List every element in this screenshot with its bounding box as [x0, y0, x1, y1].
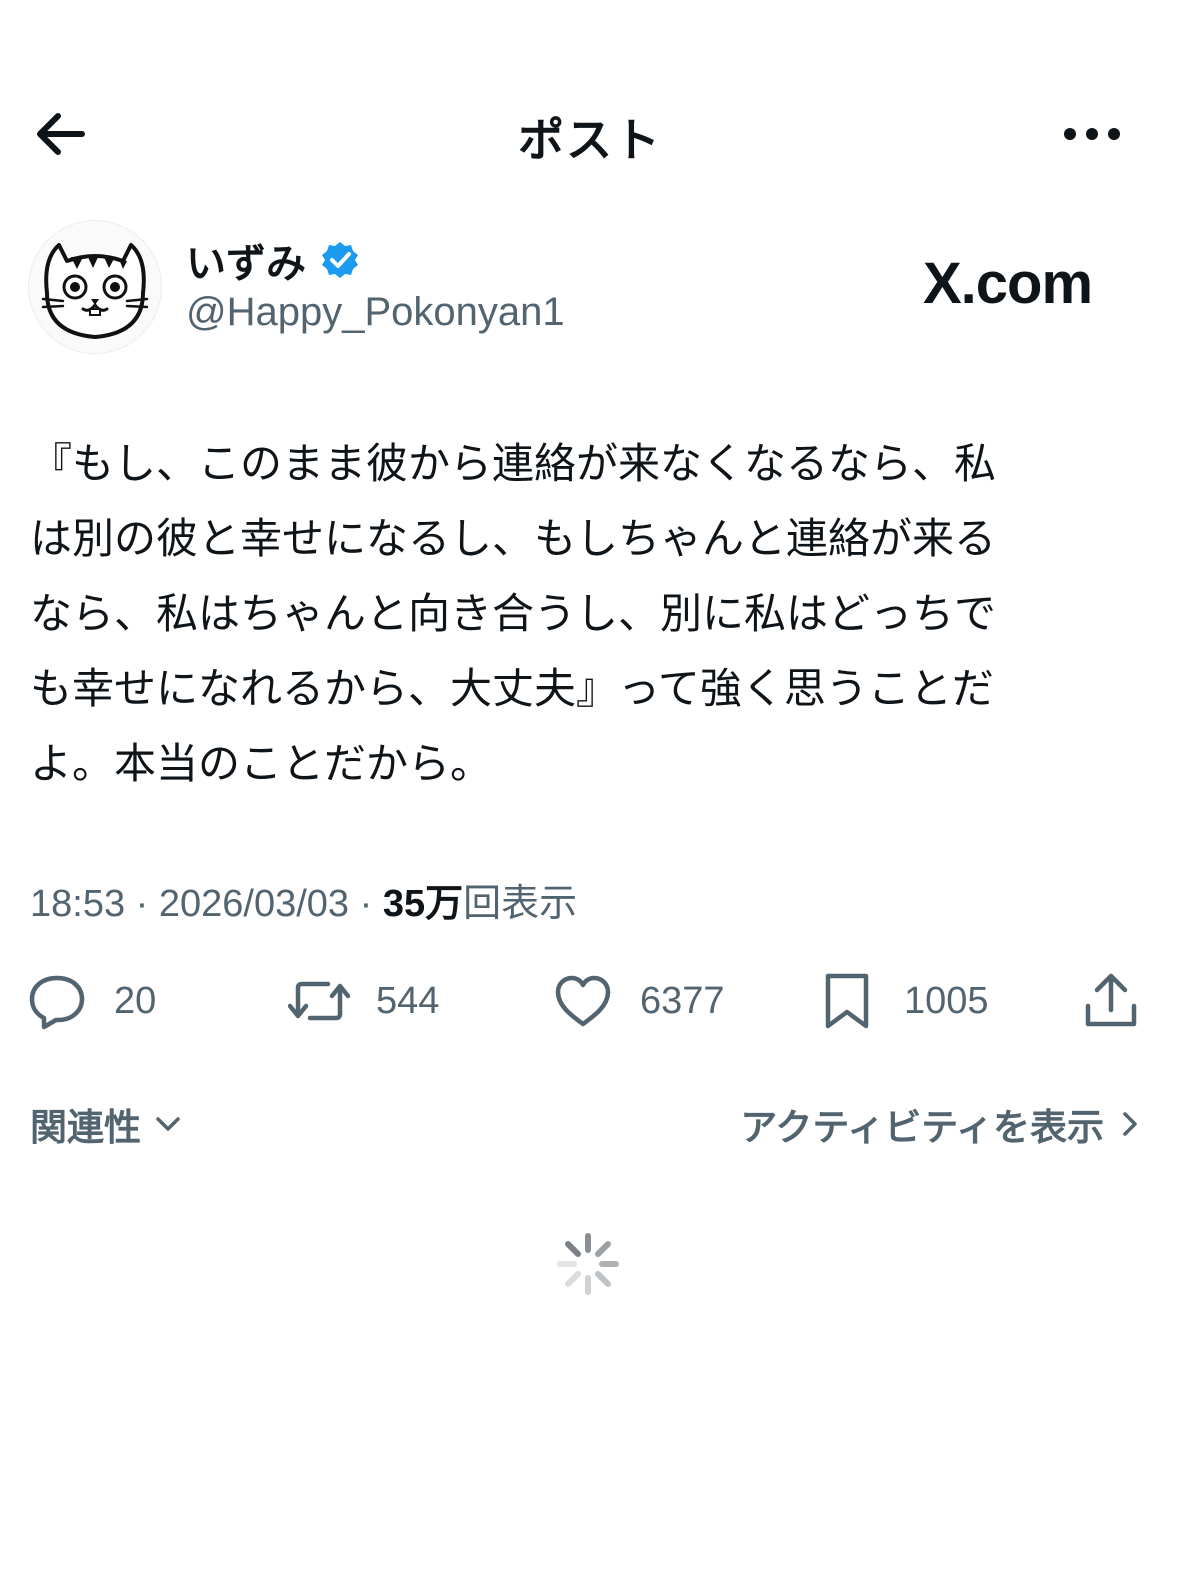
action-bar: 20 544 6377 1005 [0, 966, 1180, 1036]
user-handle[interactable]: @Happy_Pokonyan1 [186, 290, 565, 335]
relevance-label: 関連性 [30, 1106, 141, 1149]
cat-avatar-icon [41, 243, 149, 339]
activity-label: アクティビティを表示 [740, 1106, 1104, 1149]
display-name[interactable]: いずみ [186, 231, 306, 289]
x-com-watermark: X.com [923, 251, 1093, 316]
meta-separator: · [359, 883, 373, 925]
avatar[interactable] [28, 220, 162, 354]
repost-icon [288, 981, 350, 1021]
bookmark-button[interactable]: 1005 [816, 966, 989, 1036]
repost-button[interactable]: 544 [288, 966, 439, 1036]
post-author: いずみ @Happy_Pokonyan1 X.com [28, 220, 1152, 356]
post-time[interactable]: 18:53 [30, 883, 125, 925]
post-date[interactable]: 2026/03/03 [159, 883, 349, 925]
share-icon [1085, 973, 1137, 1027]
like-button[interactable]: 6377 [552, 966, 725, 1036]
views-label: 回表示 [463, 883, 578, 925]
loading-spinner [556, 1232, 620, 1296]
post-text: 『もし、このまま彼から連絡が来なくなるなら、私 は別の彼と幸せになるし、もしちゃ… [30, 439, 997, 788]
page-title: ポスト [518, 113, 662, 167]
reply-count: 20 [114, 979, 157, 1022]
chevron-right-icon [1123, 1112, 1137, 1136]
display-name-row: いずみ [186, 232, 360, 288]
view-activity-link[interactable]: アクティビティを表示 [740, 1098, 1144, 1150]
heart-icon [555, 975, 611, 1027]
post-meta: 18:53 · 2026/03/03 · 35万回表示 [30, 872, 577, 927]
share-button[interactable] [1080, 966, 1142, 1036]
relevance-dropdown[interactable]: 関連性 [30, 1098, 183, 1150]
verified-badge-icon [322, 242, 358, 278]
repost-count: 544 [376, 979, 440, 1022]
reply-button[interactable]: 20 [26, 966, 156, 1036]
like-count: 6377 [640, 979, 725, 1022]
more-icon [1064, 128, 1120, 140]
bookmark-icon [825, 973, 869, 1029]
bookmark-count: 1005 [904, 979, 989, 1022]
more-options-button[interactable] [1060, 114, 1124, 154]
meta-separator: · [135, 883, 149, 925]
views-count: 35万 [382, 883, 464, 925]
chevron-down-icon [156, 1117, 180, 1131]
top-bar: ポスト [0, 84, 1180, 184]
reply-icon [29, 975, 85, 1030]
spinner-icon [557, 1233, 619, 1295]
